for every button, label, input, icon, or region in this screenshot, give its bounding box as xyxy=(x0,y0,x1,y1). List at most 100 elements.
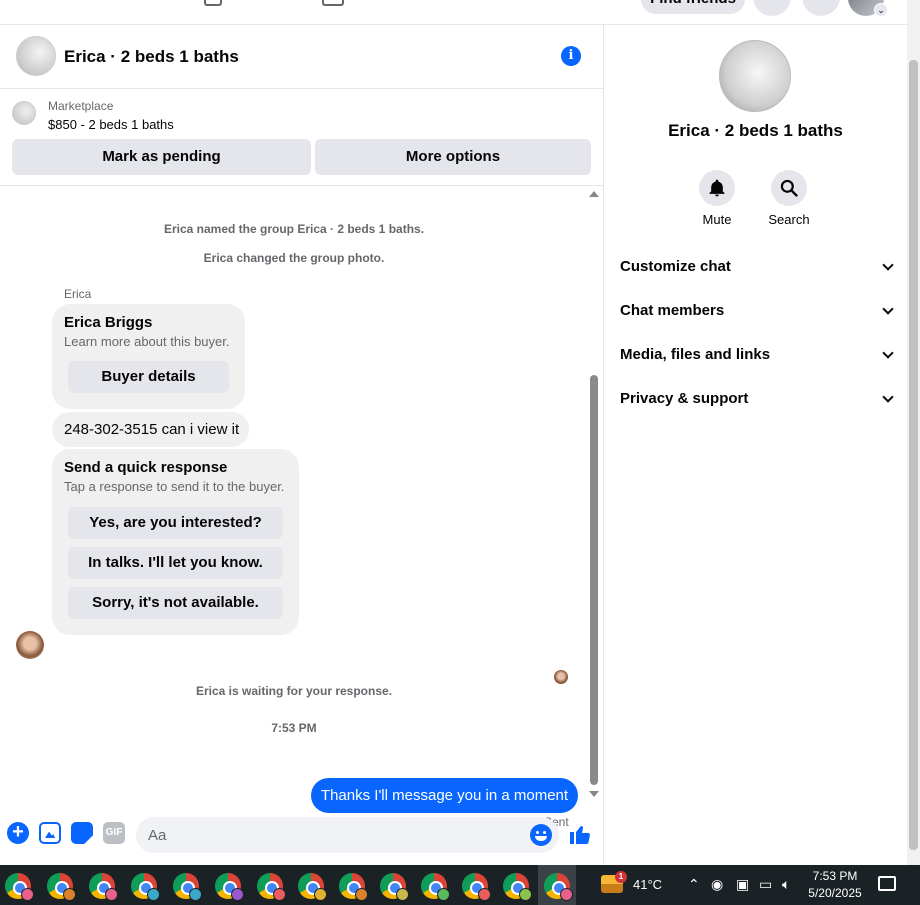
quick-response-subtitle: Tap a response to send it to the buyer. xyxy=(64,479,285,494)
menu-button[interactable] xyxy=(753,0,791,16)
chat-members-section[interactable]: Chat members xyxy=(620,301,894,345)
chrome-profile-icon[interactable] xyxy=(462,873,491,901)
message-timestamp: 7:53 PM xyxy=(271,721,317,735)
system-message: Erica named the group Erica · 2 beds 1 b… xyxy=(163,222,425,236)
gaming-tab-icon[interactable] xyxy=(322,0,344,6)
chrome-profile-icon[interactable] xyxy=(131,873,160,901)
listing-bar: Marketplace $850 - 2 beds 1 baths Mark a… xyxy=(0,89,603,186)
group-avatar[interactable] xyxy=(16,36,56,76)
details-title: Erica · 2 beds 1 baths xyxy=(668,121,843,140)
search-icon xyxy=(771,170,807,206)
chevron-down-icon xyxy=(882,391,894,403)
chrome-profile-icon[interactable] xyxy=(380,873,409,901)
chrome-profile-icon[interactable] xyxy=(544,873,573,901)
mark-as-pending-button[interactable]: Mark as pending xyxy=(12,139,311,175)
media-files-links-section[interactable]: Media, files and links xyxy=(620,345,894,389)
quick-response-option[interactable]: Sorry, it's not available. xyxy=(68,587,283,619)
chevron-up-icon[interactable]: ⌃ xyxy=(688,876,700,893)
chrome-profile-icon[interactable] xyxy=(421,873,450,901)
buyer-card-subtitle: Learn more about this buyer. xyxy=(64,334,230,349)
quick-response-option[interactable]: In talks. I'll let you know. xyxy=(68,547,283,579)
scroll-up-arrow-icon[interactable] xyxy=(589,191,599,197)
chrome-profile-icon[interactable] xyxy=(257,873,286,901)
account-chevron-icon[interactable]: ⌄ xyxy=(874,3,888,17)
chevron-down-icon xyxy=(882,259,894,271)
emoji-icon[interactable] xyxy=(530,824,552,846)
windows-taskbar: 1 41°C ⌃ ◉ ▣ ▭ 🔈︎ 7:53 PM 5/20/2025 xyxy=(0,865,920,905)
quick-response-card: Send a quick response Tap a response to … xyxy=(52,449,299,635)
read-receipt-avatar xyxy=(554,670,568,684)
clock-date: 5/20/2025 xyxy=(808,886,862,900)
messenger-button[interactable] xyxy=(802,0,840,16)
chat-details-panel: Erica · 2 beds 1 baths Mute Search Custo… xyxy=(604,25,907,865)
chrome-profile-icon[interactable] xyxy=(89,873,118,901)
chat-title[interactable]: Erica · 2 beds 1 baths xyxy=(64,47,239,67)
network-icon[interactable]: ▭ xyxy=(759,876,772,893)
section-label: Media, files and links xyxy=(620,346,771,363)
privacy-support-section[interactable]: Privacy & support xyxy=(620,389,894,433)
chrome-profile-icon[interactable] xyxy=(47,873,76,901)
outgoing-message-bubble[interactable]: Thanks I'll message you in a moment xyxy=(311,778,578,813)
buyer-card: Erica Briggs Learn more about this buyer… xyxy=(52,304,245,409)
mute-label: Mute xyxy=(702,212,732,227)
page-scroll-thumb[interactable] xyxy=(909,60,918,850)
scroll-thumb[interactable] xyxy=(590,375,598,785)
message-input[interactable] xyxy=(136,817,559,853)
clock-time: 7:53 PM xyxy=(812,869,858,883)
photo-icon[interactable] xyxy=(39,822,61,844)
search-button[interactable]: Search xyxy=(759,170,819,227)
more-options-button[interactable]: More options xyxy=(315,139,591,175)
meet-now-icon[interactable]: ▣ xyxy=(736,876,749,893)
thumbs-up-icon[interactable] xyxy=(568,822,592,846)
system-clock[interactable]: 7:53 PM 5/20/2025 xyxy=(805,868,865,902)
message-scrollbar[interactable] xyxy=(588,187,600,809)
chrome-profile-icon[interactable] xyxy=(503,873,532,901)
gif-icon[interactable]: GIF xyxy=(103,822,125,844)
listing-thumbnail[interactable] xyxy=(12,101,36,125)
customize-chat-section[interactable]: Customize chat xyxy=(620,257,894,301)
page-scrollbar[interactable] xyxy=(907,0,920,865)
group-photo[interactable] xyxy=(719,40,791,112)
message-text: 248-302-3515 can i view it xyxy=(64,421,240,438)
message-list: Erica named the group Erica · 2 beds 1 b… xyxy=(0,187,603,829)
chrome-profile-icon[interactable] xyxy=(298,873,327,901)
section-label: Chat members xyxy=(620,302,725,319)
chat-panel: Erica · 2 beds 1 baths i Marketplace $85… xyxy=(0,25,604,865)
volume-icon[interactable]: 🔈︎ xyxy=(782,876,790,893)
weather-badge: 1 xyxy=(615,871,627,883)
chevron-down-icon xyxy=(882,347,894,359)
temperature[interactable]: 41°C xyxy=(633,877,662,892)
quick-response-title: Send a quick response xyxy=(64,459,228,476)
bell-icon xyxy=(699,170,735,206)
buyer-name: Erica Briggs xyxy=(64,314,153,331)
message-bubble[interactable]: 248-302-3515 can i view it xyxy=(52,412,249,447)
listing-source: Marketplace xyxy=(48,99,114,113)
plus-icon[interactable]: + xyxy=(7,822,29,844)
listing-price-title[interactable]: $850 - 2 beds 1 baths xyxy=(48,117,174,132)
sender-avatar[interactable] xyxy=(16,631,44,659)
message-composer: + GIF xyxy=(0,813,603,858)
find-friends-button[interactable]: Find friends xyxy=(641,0,745,14)
record-icon[interactable]: ◉ xyxy=(711,876,723,893)
section-label: Customize chat xyxy=(620,258,731,275)
section-label: Privacy & support xyxy=(620,390,749,407)
chrome-profile-icon[interactable] xyxy=(339,873,368,901)
chrome-profile-icon[interactable] xyxy=(215,873,244,901)
quick-response-option[interactable]: Yes, are you interested? xyxy=(68,507,283,539)
mute-button[interactable]: Mute xyxy=(687,170,747,227)
chrome-profile-icon[interactable] xyxy=(5,873,34,901)
sender-name: Erica xyxy=(64,287,92,301)
marketplace-tab-icon[interactable] xyxy=(204,0,222,6)
notification-icon[interactable] xyxy=(878,876,896,891)
info-icon[interactable]: i xyxy=(561,46,581,66)
waiting-status: Erica is waiting for your response. xyxy=(195,684,393,698)
buyer-details-button[interactable]: Buyer details xyxy=(68,361,229,393)
scroll-down-arrow-icon[interactable] xyxy=(589,791,599,797)
sticker-icon[interactable] xyxy=(71,822,93,844)
search-label: Search xyxy=(768,212,810,227)
chat-header: Erica · 2 beds 1 baths i xyxy=(0,25,603,89)
chevron-down-icon xyxy=(882,303,894,315)
top-navigation-bar: Find friends ⌄ xyxy=(0,0,907,25)
system-message: Erica changed the group photo. xyxy=(203,251,385,265)
chrome-profile-icon[interactable] xyxy=(173,873,202,901)
